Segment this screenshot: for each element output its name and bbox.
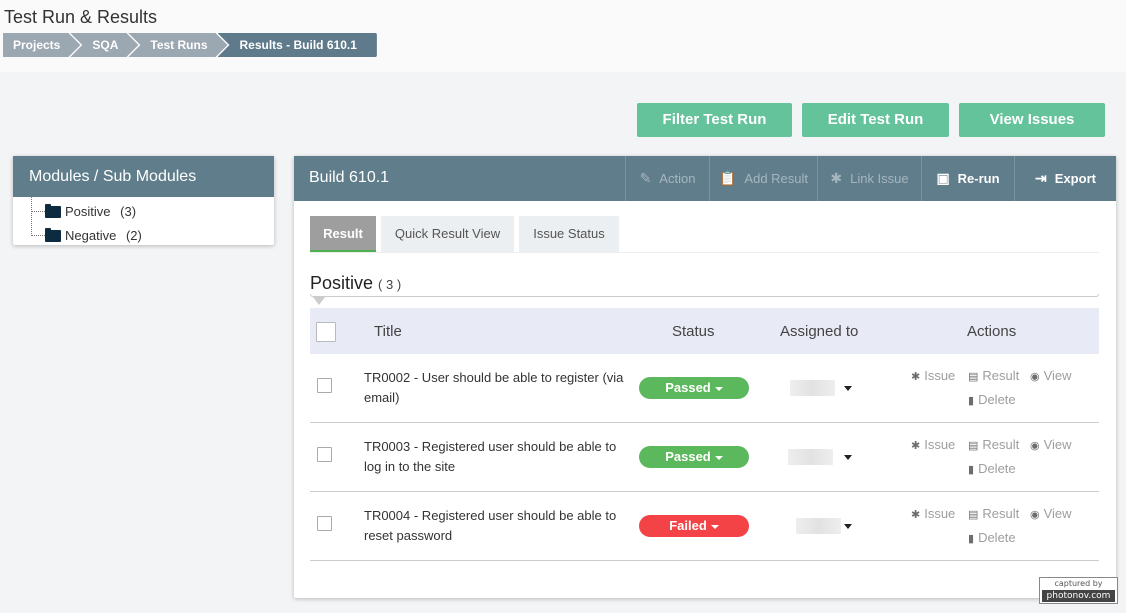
edit-test-run-button[interactable]: Edit Test Run [802,103,949,137]
breadcrumb: Projects SQA Test Runs Results - Build 6… [3,33,377,57]
status-dropdown[interactable]: Failed [639,515,749,537]
table-row: TR0002 - User should be able to register… [310,354,1099,423]
folder-icon [45,228,61,242]
tree-connector [31,211,45,212]
caret-down-icon [710,524,719,529]
table-row: TR0003 - Registered user should be able … [310,423,1099,492]
module-label: Positive [65,204,111,219]
clipboard-icon: ▤ [968,371,979,383]
module-item-negative[interactable]: Negative (2) [13,224,274,248]
assignee-avatar [788,449,833,465]
folder-icon [45,204,61,218]
bug-icon: ✱ [911,440,921,452]
assignee-dropdown[interactable] [844,386,852,391]
row-checkbox[interactable] [317,378,332,393]
select-all-checkbox[interactable] [316,322,336,342]
breadcrumb-current: Results - Build 610.1 [217,33,377,57]
tab-result[interactable]: Result [310,216,376,252]
action-button[interactable]: ✎ Action [625,156,709,201]
delete-link[interactable]: ▮ Delete [968,392,1016,407]
column-title: Title [374,323,402,340]
watermark-logo: captured by photonov.com [1039,577,1118,604]
tab-quick-result-view[interactable]: Quick Result View [381,216,514,252]
export-button[interactable]: ⇥ Export [1014,156,1116,201]
column-assigned-to: Assigned to [780,323,859,340]
caret-down-icon [313,297,325,305]
module-count: (2) [125,228,142,243]
test-case-title: TR0004 - Registered user should be able … [364,508,617,543]
rerun-button[interactable]: ▣ Re-run [921,156,1014,201]
module-count: (3) [120,204,137,219]
tab-divider [310,252,1099,253]
module-label: Negative [65,228,117,243]
row-checkbox[interactable] [317,516,332,531]
clipboard-icon: ▤ [968,509,979,521]
watermark-top: captured by [1054,579,1103,588]
assignee-dropdown[interactable] [844,524,852,529]
export-icon: ⇥ [1035,170,1047,186]
page-title: Test Run & Results [4,7,158,27]
link-issue-button[interactable]: ✱ Link Issue [817,156,921,201]
result-link[interactable]: ▤ Result [968,506,1019,521]
delete-link[interactable]: ▮ Delete [968,530,1016,545]
module-tree: Positive (3) Negative (2) [13,197,274,248]
trash-icon: ▮ [968,395,975,407]
view-link[interactable]: ◉ View [1030,506,1072,521]
play-icon: ▣ [936,170,950,186]
build-title: Build 610.1 [309,169,390,186]
pencil-icon: ✎ [639,170,652,186]
status-dropdown[interactable]: Passed [639,377,749,399]
breadcrumb-test-runs[interactable]: Test Runs [128,33,227,57]
table-row: TR0004 - Registered user should be able … [310,492,1099,561]
eye-icon: ◉ [1030,371,1040,383]
trash-icon: ▮ [968,533,975,545]
result-link[interactable]: ▤ Result [968,368,1019,383]
issue-link[interactable]: ✱ Issue [911,506,955,521]
top-bar: Test Run & Results Projects SQA Test Run… [0,0,1126,72]
view-link[interactable]: ◉ View [1030,437,1072,452]
result-link[interactable]: ▤ Result [968,437,1019,452]
section-divider [310,294,1099,297]
view-link[interactable]: ◉ View [1030,368,1072,383]
table-header: Title Status Assigned to Actions [310,308,1099,354]
bug-icon: ✱ [911,371,921,383]
filter-test-run-button[interactable]: Filter Test Run [637,103,792,137]
status-dropdown[interactable]: Passed [639,446,749,468]
column-status: Status [672,323,715,340]
modules-panel: Modules / Sub Modules Positive (3) Negat… [13,156,274,245]
eye-icon: ◉ [1030,440,1040,452]
module-item-positive[interactable]: Positive (3) [13,200,274,224]
tree-connector [31,235,45,236]
add-result-button[interactable]: 📋 Add Result [709,156,817,201]
bug-icon: ✱ [911,509,921,521]
results-header: Build 610.1 ✎ Action 📋 Add Result ✱ Link Is… [294,156,1116,201]
caret-down-icon [714,455,723,460]
test-case-title: TR0002 - User should be able to register… [364,370,624,405]
test-case-title: TR0003 - Registered user should be able … [364,439,617,474]
clipboard-icon: ▤ [968,440,979,452]
watermark-bottom: photonov.com [1042,590,1115,602]
bug-icon: ✱ [830,170,843,186]
assignee-avatar [796,518,841,534]
column-actions: Actions [967,323,1017,340]
issue-link[interactable]: ✱ Issue [911,437,955,452]
assignee-dropdown[interactable] [844,455,852,460]
section-count: ( 3 ) [378,277,402,292]
caret-down-icon [714,386,723,391]
assignee-avatar [790,380,835,396]
row-checkbox[interactable] [317,447,332,462]
results-panel: Build 610.1 ✎ Action 📋 Add Result ✱ Link Is… [294,156,1116,598]
eye-icon: ◉ [1030,509,1040,521]
breadcrumb-projects[interactable]: Projects [3,33,80,57]
delete-link[interactable]: ▮ Delete [968,461,1016,476]
tab-issue-status[interactable]: Issue Status [519,216,619,252]
trash-icon: ▮ [968,464,975,476]
issue-link[interactable]: ✱ Issue [911,368,955,383]
clipboard-icon: 📋 [718,170,737,186]
section-title: Positive ( 3 ) [310,273,402,293]
view-issues-button[interactable]: View Issues [959,103,1105,137]
modules-header: Modules / Sub Modules [13,156,274,197]
breadcrumb-sqa[interactable]: SQA [70,33,138,57]
